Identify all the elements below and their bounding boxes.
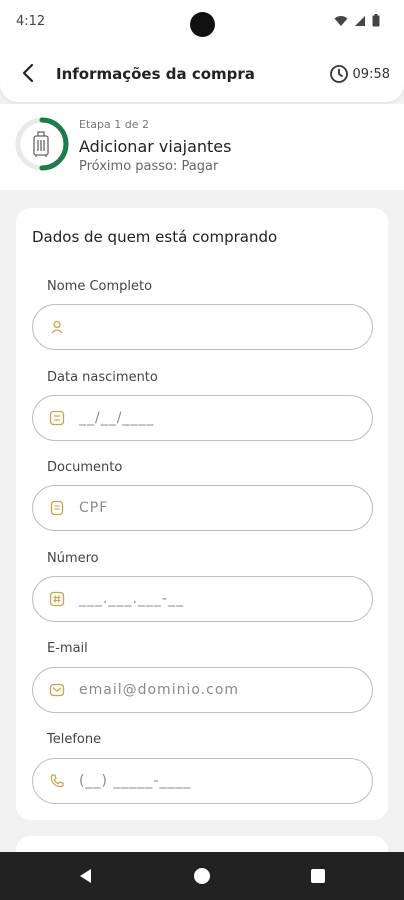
next-step: Próximo passo: Pagar xyxy=(79,159,219,174)
number-icon xyxy=(49,591,65,607)
wifi-icon xyxy=(334,15,348,26)
phone-label: Telefone xyxy=(47,732,102,747)
person-icon xyxy=(51,320,63,334)
email-input[interactable] xyxy=(79,668,359,711)
birth-date-label: Data nascimento xyxy=(47,370,158,385)
full-name-label: Nome Completo xyxy=(47,279,153,294)
page-title: Informações da compra xyxy=(56,65,255,83)
nav-back-icon[interactable] xyxy=(76,866,96,886)
luggage-icon xyxy=(33,131,49,157)
signal-icon xyxy=(355,15,365,26)
system-navigation-bar xyxy=(0,852,404,900)
phone-input[interactable] xyxy=(79,759,359,802)
status-time: 4:12 xyxy=(16,14,46,29)
nav-recents-icon[interactable] xyxy=(308,866,328,886)
birth-date-field[interactable] xyxy=(32,395,373,441)
buyer-form-card: Dados de quem está comprando Nome Comple… xyxy=(16,208,388,820)
email-label: E-mail xyxy=(47,641,88,656)
mail-icon xyxy=(49,683,65,697)
app-header: Informações da compra 09:58 xyxy=(0,44,404,102)
phone-icon xyxy=(50,774,64,787)
full-name-input[interactable] xyxy=(79,305,359,348)
timer-value: 09:58 xyxy=(352,66,390,82)
camera-cutout xyxy=(190,12,215,37)
document-type-input[interactable] xyxy=(79,486,359,529)
document-number-input[interactable] xyxy=(79,577,359,620)
email-field[interactable] xyxy=(32,667,373,713)
document-label: Documento xyxy=(47,460,123,475)
form-title: Dados de quem está comprando xyxy=(32,228,278,246)
step-progress-ring xyxy=(15,117,69,171)
back-arrow-icon[interactable] xyxy=(16,60,42,86)
step-title: Adicionar viajantes xyxy=(79,137,232,156)
calendar-icon xyxy=(49,410,65,426)
status-bar: 4:12 xyxy=(0,0,404,44)
checkout-stepper: Etapa 1 de 2 Adicionar viajantes Próximo… xyxy=(0,104,404,190)
document-field[interactable] xyxy=(32,485,373,531)
status-icons xyxy=(334,14,380,27)
document-icon xyxy=(50,500,64,516)
battery-icon xyxy=(372,14,380,27)
step-count: Etapa 1 de 2 xyxy=(79,118,149,131)
number-label: Número xyxy=(47,551,99,566)
number-field[interactable] xyxy=(32,576,373,622)
nav-home-icon[interactable] xyxy=(192,866,212,886)
countdown-timer: 09:58 xyxy=(329,64,390,84)
phone-field[interactable] xyxy=(32,758,373,804)
clock-icon xyxy=(329,65,348,83)
birth-date-input[interactable] xyxy=(79,396,359,439)
full-name-field[interactable] xyxy=(32,304,373,350)
